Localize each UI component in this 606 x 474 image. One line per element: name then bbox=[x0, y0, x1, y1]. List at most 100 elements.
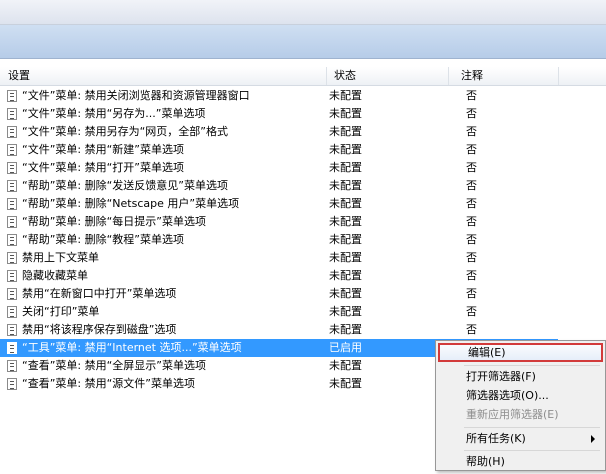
context-menu: 编辑(E) 打开筛选器(F) 筛选器选项(O)... 重新应用筛选器(E) 所有… bbox=[435, 340, 606, 471]
column-header-setting[interactable]: 设置 bbox=[8, 69, 30, 83]
setting-name: “工具”菜单: 禁用“Internet 选项...”菜单选项 bbox=[22, 341, 242, 354]
list-header: 设置 状态 注释 bbox=[0, 67, 606, 86]
policy-icon bbox=[7, 270, 17, 282]
setting-name: “帮助”菜单: 删除“发送反馈意见”菜单选项 bbox=[22, 179, 228, 192]
setting-status: 未配置 bbox=[329, 251, 362, 264]
setting-comment: 否 bbox=[466, 125, 477, 138]
column-header-status[interactable]: 状态 bbox=[334, 69, 356, 83]
table-row[interactable]: 关闭“打印”菜单 未配置 否 bbox=[0, 303, 558, 321]
policy-icon bbox=[7, 234, 17, 246]
setting-comment: 否 bbox=[466, 107, 477, 120]
submenu-arrow-icon bbox=[591, 435, 595, 443]
policy-icon bbox=[7, 198, 17, 210]
setting-comment: 否 bbox=[466, 305, 477, 318]
setting-name: 禁用“在新窗口中打开”菜单选项 bbox=[22, 287, 177, 300]
table-row[interactable]: 禁用“在新窗口中打开”菜单选项 未配置 否 bbox=[0, 285, 558, 303]
column-divider[interactable] bbox=[558, 67, 559, 85]
setting-status: 未配置 bbox=[329, 305, 362, 318]
table-row[interactable]: “文件”菜单: 禁用另存为“网页，全部”格式 未配置 否 bbox=[0, 123, 558, 141]
policy-icon bbox=[7, 108, 17, 120]
setting-status: 未配置 bbox=[329, 161, 362, 174]
policy-icon bbox=[7, 288, 17, 300]
menu-separator bbox=[464, 365, 600, 366]
policy-icon bbox=[7, 306, 17, 318]
policy-icon bbox=[7, 360, 17, 372]
setting-name: “查看”菜单: 禁用“全屏显示”菜单选项 bbox=[22, 359, 206, 372]
menu-item-all-tasks-label: 所有任务(K) bbox=[466, 432, 526, 445]
table-row[interactable]: “文件”菜单: 禁用“新建”菜单选项 未配置 否 bbox=[0, 141, 558, 159]
setting-status: 已启用 bbox=[329, 341, 362, 354]
setting-status: 未配置 bbox=[329, 269, 362, 282]
setting-comment: 否 bbox=[466, 287, 477, 300]
table-row[interactable]: “帮助”菜单: 删除“Netscape 用户”菜单选项 未配置 否 bbox=[0, 195, 558, 213]
policy-icon bbox=[7, 90, 17, 102]
menu-separator bbox=[464, 450, 600, 451]
setting-status: 未配置 bbox=[329, 377, 362, 390]
setting-comment: 否 bbox=[466, 251, 477, 264]
policy-icon bbox=[7, 216, 17, 228]
setting-status: 未配置 bbox=[329, 179, 362, 192]
toolbar-band bbox=[0, 0, 606, 25]
menu-item-help[interactable]: 帮助(H) bbox=[438, 452, 603, 471]
menu-separator bbox=[464, 427, 600, 428]
setting-name: “帮助”菜单: 删除“每日提示”菜单选项 bbox=[22, 215, 206, 228]
setting-comment: 否 bbox=[466, 197, 477, 210]
setting-name: “文件”菜单: 禁用“另存为...”菜单选项 bbox=[22, 107, 206, 120]
setting-name: 禁用“将该程序保存到磁盘”选项 bbox=[22, 323, 177, 336]
policy-icon bbox=[7, 324, 17, 336]
table-row[interactable]: “帮助”菜单: 删除“发送反馈意见”菜单选项 未配置 否 bbox=[0, 177, 558, 195]
table-row[interactable]: “帮助”菜单: 删除“教程”菜单选项 未配置 否 bbox=[0, 231, 558, 249]
setting-status: 未配置 bbox=[329, 107, 362, 120]
setting-status: 未配置 bbox=[329, 233, 362, 246]
table-row[interactable]: “帮助”菜单: 删除“每日提示”菜单选项 未配置 否 bbox=[0, 213, 558, 231]
table-row[interactable]: “文件”菜单: 禁用“另存为...”菜单选项 未配置 否 bbox=[0, 105, 558, 123]
setting-name: “帮助”菜单: 删除“教程”菜单选项 bbox=[22, 233, 184, 246]
menu-item-reapply-filter[interactable]: 重新应用筛选器(E) bbox=[438, 405, 603, 424]
column-divider[interactable] bbox=[326, 67, 327, 85]
setting-status: 未配置 bbox=[329, 89, 362, 102]
column-header-comment[interactable]: 注释 bbox=[461, 69, 483, 83]
menu-item-filter-options[interactable]: 筛选器选项(O)... bbox=[438, 386, 603, 405]
setting-status: 未配置 bbox=[329, 215, 362, 228]
setting-comment: 否 bbox=[466, 143, 477, 156]
policy-icon bbox=[7, 162, 17, 174]
policy-icon bbox=[7, 144, 17, 156]
setting-name: 关闭“打印”菜单 bbox=[22, 305, 100, 318]
setting-name: 隐藏收藏菜单 bbox=[22, 269, 88, 282]
setting-name: “帮助”菜单: 删除“Netscape 用户”菜单选项 bbox=[22, 197, 240, 210]
setting-status: 未配置 bbox=[329, 143, 362, 156]
policy-icon bbox=[7, 126, 17, 138]
setting-comment: 否 bbox=[466, 269, 477, 282]
setting-name: “查看”菜单: 禁用“源文件”菜单选项 bbox=[22, 377, 195, 390]
setting-comment: 否 bbox=[466, 179, 477, 192]
menu-item-edit[interactable]: 编辑(E) bbox=[438, 343, 603, 362]
setting-status: 未配置 bbox=[329, 125, 362, 138]
policy-icon bbox=[7, 252, 17, 264]
setting-name: 禁用上下文菜单 bbox=[22, 251, 99, 264]
table-row[interactable]: “文件”菜单: 禁用“打开”菜单选项 未配置 否 bbox=[0, 159, 558, 177]
setting-name: “文件”菜单: 禁用“新建”菜单选项 bbox=[22, 143, 184, 156]
policy-icon bbox=[7, 342, 17, 354]
setting-comment: 否 bbox=[466, 323, 477, 336]
setting-status: 未配置 bbox=[329, 323, 362, 336]
setting-status: 未配置 bbox=[329, 197, 362, 210]
setting-name: “文件”菜单: 禁用另存为“网页，全部”格式 bbox=[22, 125, 228, 138]
setting-comment: 否 bbox=[466, 161, 477, 174]
setting-comment: 否 bbox=[466, 89, 477, 102]
setting-status: 未配置 bbox=[329, 359, 362, 372]
table-row[interactable]: 隐藏收藏菜单 未配置 否 bbox=[0, 267, 558, 285]
setting-comment: 否 bbox=[466, 233, 477, 246]
policy-icon bbox=[7, 180, 17, 192]
setting-name: “文件”菜单: 禁用“打开”菜单选项 bbox=[22, 161, 184, 174]
table-row[interactable]: 禁用上下文菜单 未配置 否 bbox=[0, 249, 558, 267]
setting-name: “文件”菜单: 禁用关闭浏览器和资源管理器窗口 bbox=[22, 89, 250, 102]
description-band bbox=[0, 25, 606, 58]
setting-status: 未配置 bbox=[329, 287, 362, 300]
table-row[interactable]: “文件”菜单: 禁用关闭浏览器和资源管理器窗口 未配置 否 bbox=[0, 87, 558, 105]
policy-icon bbox=[7, 378, 17, 390]
setting-comment: 否 bbox=[466, 215, 477, 228]
menu-item-open-filter[interactable]: 打开筛选器(F) bbox=[438, 367, 603, 386]
menu-item-all-tasks[interactable]: 所有任务(K) bbox=[438, 429, 603, 448]
table-row[interactable]: 禁用“将该程序保存到磁盘”选项 未配置 否 bbox=[0, 321, 558, 339]
column-divider[interactable] bbox=[448, 67, 449, 85]
